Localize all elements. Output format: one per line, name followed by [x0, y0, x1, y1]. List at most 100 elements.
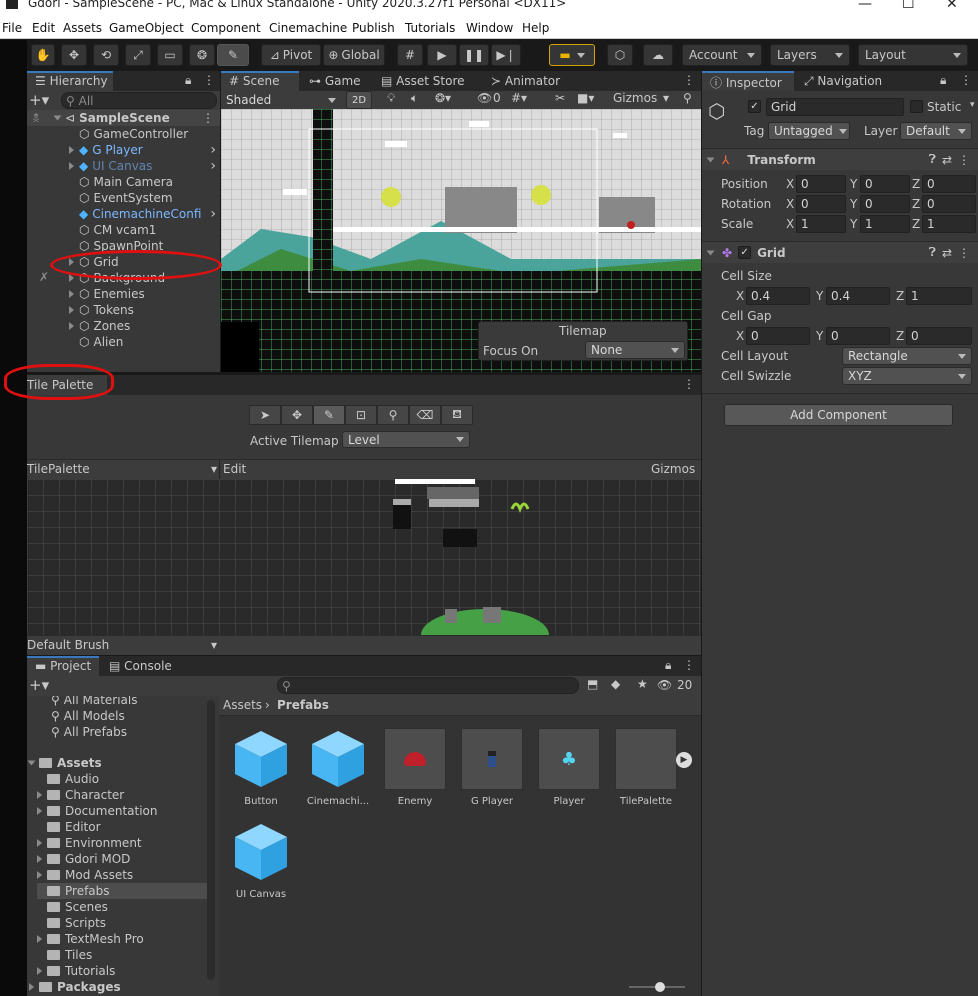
hierarchy-search-input[interactable]: ⚲ All	[61, 92, 217, 109]
focus-on-dropdown[interactable]: None	[585, 341, 685, 359]
scale-z-input[interactable]: 1	[922, 215, 976, 233]
folder-item[interactable]: Prefabs	[37, 883, 207, 899]
tools-icon[interactable]: ✂	[555, 91, 565, 105]
pause-button[interactable]: ❚❚	[459, 44, 489, 66]
eraser-icon[interactable]: ⌫	[409, 405, 441, 425]
breadcrumb-assets[interactable]: Assets	[223, 698, 262, 712]
palette-grid[interactable]	[27, 479, 701, 635]
search-icon[interactable]: ⚲	[683, 91, 692, 105]
menu-edit[interactable]: Edit	[32, 21, 55, 35]
transform-tool-icon[interactable]: ❂	[189, 44, 215, 66]
pivot-button[interactable]: ⊿ Pivot	[261, 44, 321, 66]
folder-item[interactable]: Audio	[37, 771, 207, 787]
menu-gameobject[interactable]: GameObject	[109, 21, 184, 35]
picker-icon[interactable]: ⚲	[377, 405, 409, 425]
hierarchy-item[interactable]: ⬡ Main Camera	[27, 174, 220, 190]
lock-icon[interactable]: 🔒︎	[940, 73, 946, 88]
layer-dropdown[interactable]: Default	[900, 122, 972, 140]
help-icon[interactable]: ❓︎	[929, 152, 936, 167]
chevron-right-icon[interactable]: ›	[210, 158, 216, 174]
add-component-button[interactable]: Add Component	[724, 404, 953, 426]
cloud-icon[interactable]: ☁	[643, 44, 673, 66]
favorite-item[interactable]: ⚲ All Materials	[51, 696, 138, 708]
hierarchy-item[interactable]: ⬡ CM vcam1	[27, 222, 220, 238]
tab-scene[interactable]: # Scene	[221, 71, 299, 91]
preset-icon[interactable]: ⇄	[942, 153, 952, 167]
maximize-icon[interactable]: ☐	[902, 0, 915, 12]
global-button[interactable]: ⊕ Global	[323, 44, 385, 66]
kebab-icon[interactable]: ⋮	[960, 73, 972, 87]
minimize-icon[interactable]: —	[858, 0, 872, 12]
folder-item[interactable]: Scripts	[37, 915, 207, 931]
asset-item[interactable]: G Player	[458, 728, 526, 807]
edit-button[interactable]: Edit	[223, 462, 246, 476]
cell-size-x-input[interactable]: 0.4	[746, 287, 810, 305]
folder-item[interactable]: TextMesh Pro	[37, 931, 207, 947]
tab-animator[interactable]: ≻ Animator	[483, 71, 568, 91]
tab-project[interactable]: ▬ Project	[27, 656, 99, 676]
package-icon[interactable]: ⬡	[607, 44, 633, 66]
kebab-icon[interactable]: ⋮	[683, 377, 695, 391]
hierarchy-item[interactable]: ◆ CinemachineConfi ›	[27, 206, 220, 222]
hierarchy-item[interactable]: ⬡ EventSystem	[27, 190, 220, 206]
chevron-right-icon[interactable]	[69, 290, 74, 298]
active-tilemap-dropdown[interactable]: Level	[342, 431, 470, 448]
object-name-input[interactable]: Grid	[766, 98, 904, 116]
position-z-input[interactable]: 0	[922, 175, 976, 193]
grid-snap-icon[interactable]: #▾	[511, 91, 527, 105]
shading-dropdown[interactable]: Shaded	[221, 91, 341, 109]
chevron-right-icon[interactable]	[69, 162, 74, 170]
folder-tree-scrollbar[interactable]	[207, 700, 215, 980]
grid-component-header[interactable]: ✤ ✓ Grid ❓︎ ⇄ ⋮	[702, 241, 978, 263]
menu-assets[interactable]: Assets	[63, 21, 102, 35]
layout-dropdown[interactable]: Layout	[858, 44, 968, 66]
lock-icon[interactable]: 🔒︎	[665, 658, 671, 673]
tab-navigation[interactable]: ⤢ Navigation	[796, 71, 890, 91]
brush-dropdown[interactable]: Default Brush ▾	[27, 638, 217, 652]
hierarchy-item[interactable]: ◆ UI Canvas ›	[27, 158, 220, 174]
menu-window[interactable]: Window	[466, 21, 513, 35]
asset-item[interactable]: Enemy	[381, 728, 449, 807]
cell-swizzle-dropdown[interactable]: XYZ	[842, 367, 972, 385]
static-checkbox[interactable]	[910, 100, 923, 113]
menu-help[interactable]: Help	[522, 21, 549, 35]
chevron-down-icon[interactable]: ▾	[970, 100, 975, 110]
folder-item[interactable]: Mod Assets	[37, 867, 207, 883]
rect-tool-icon[interactable]: ▭	[157, 44, 183, 66]
chevron-right-icon[interactable]	[69, 306, 74, 314]
active-checkbox[interactable]: ✓	[748, 100, 761, 113]
menu-cinemachine[interactable]: Cinemachine	[269, 21, 347, 35]
folder-item[interactable]: Tiles	[37, 947, 207, 963]
tab-inspector[interactable]: ⓘ Inspector	[702, 71, 794, 91]
hierarchy-item[interactable]: ⬡ GameController	[27, 126, 220, 142]
hierarchy-item[interactable]: ⬡ Enemies	[27, 286, 220, 302]
cell-layout-dropdown[interactable]: Rectangle	[842, 347, 972, 365]
hierarchy-item[interactable]: ⬡ Zones	[27, 318, 220, 334]
asset-item[interactable]: Button	[227, 728, 295, 807]
cell-gap-z-input[interactable]: 0	[906, 327, 972, 345]
assets-root[interactable]: Assets	[27, 755, 102, 771]
menu-publish[interactable]: Publish	[352, 21, 395, 35]
tab-hierarchy[interactable]: ☰ Hierarchy	[27, 71, 113, 91]
favorite-item[interactable]: ⚲ All Models	[51, 708, 125, 724]
chevron-right-icon[interactable]	[69, 146, 74, 154]
folder-item[interactable]: Documentation	[37, 803, 207, 819]
audio-icon[interactable]: 🔈︎	[411, 91, 418, 106]
play-button[interactable]: ▶	[427, 44, 457, 66]
cell-gap-x-input[interactable]: 0	[746, 327, 810, 345]
step-button[interactable]: ▶❘	[491, 44, 521, 66]
filter-type-icon[interactable]: ⬒	[587, 677, 598, 691]
asset-item[interactable]: TilePalette	[612, 728, 680, 807]
move-tool-icon[interactable]: ✥	[281, 405, 313, 425]
2d-toggle[interactable]: 2D	[346, 91, 372, 109]
snap-grid-icon[interactable]: #	[397, 44, 423, 66]
tab-console[interactable]: ▤ Console	[101, 656, 180, 676]
menu-tutorials[interactable]: Tutorials	[405, 21, 455, 35]
position-y-input[interactable]: 0	[860, 175, 910, 193]
preset-icon[interactable]: ⇄	[942, 246, 952, 260]
gizmos-button[interactable]: Gizmos	[613, 91, 657, 105]
label-icon[interactable]: ◆	[611, 677, 620, 691]
chevron-down-icon[interactable]	[53, 115, 62, 121]
folder-item[interactable]: Editor	[37, 819, 207, 835]
scene-row[interactable]: 🕱︎ ⊲ SampleScene ⋮	[27, 110, 220, 126]
